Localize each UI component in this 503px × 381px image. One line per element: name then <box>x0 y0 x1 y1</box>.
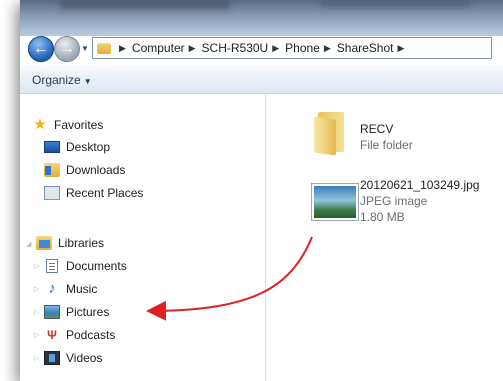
expand-arrow-icon[interactable]: ▷ <box>34 331 39 339</box>
file-name: 20120621_103249.jpg <box>360 178 480 192</box>
breadcrumb-shareshot[interactable]: ShareShot <box>337 41 394 55</box>
nav-desktop-label: Desktop <box>66 140 111 154</box>
podcast-icon: Ψ <box>47 328 57 342</box>
downloads-icon <box>44 163 60 177</box>
star-icon: ★ <box>33 116 47 133</box>
chevron-right-icon[interactable]: ▶ <box>189 43 196 54</box>
back-button[interactable]: ← <box>28 36 54 62</box>
nav-documents[interactable]: Documents <box>44 257 127 275</box>
file-name: RECV <box>360 122 394 136</box>
nav-documents-label: Documents <box>66 259 127 273</box>
organize-button[interactable]: Organize ▼ <box>32 73 92 87</box>
file-list: RECV File folder 20120621_103249.jpg JPE… <box>266 94 503 381</box>
chevron-down-icon: ▼ <box>83 77 92 86</box>
nav-music[interactable]: ♪ Music <box>44 280 97 298</box>
navigation-pane: ★ Favorites Desktop Downloads Recent Pla… <box>20 94 266 381</box>
organize-label: Organize <box>32 73 81 87</box>
nav-videos[interactable]: Videos <box>44 349 102 367</box>
nav-downloads-label: Downloads <box>66 163 126 177</box>
nav-desktop[interactable]: Desktop <box>44 138 110 156</box>
breadcrumb-phone[interactable]: Phone <box>285 41 320 55</box>
image-thumbnail-icon <box>312 184 358 220</box>
nav-recent-places-label: Recent Places <box>66 186 144 200</box>
pictures-icon <box>44 305 60 319</box>
expand-arrow-icon[interactable]: ▷ <box>34 285 39 293</box>
explorer-window: ← → ▼ ▶ Computer ▶ SCH-R530U ▶ Phone ▶ S… <box>20 0 503 381</box>
documents-icon <box>46 259 58 273</box>
title-bar <box>20 0 503 36</box>
chevron-right-icon[interactable]: ▶ <box>119 43 126 54</box>
chevron-right-icon[interactable]: ▶ <box>397 43 404 54</box>
nav-downloads[interactable]: Downloads <box>44 161 125 179</box>
nav-libraries-label: Libraries <box>58 236 105 250</box>
nav-recent-places[interactable]: Recent Places <box>44 184 143 202</box>
music-note-icon: ♪ <box>48 280 56 297</box>
file-type: JPEG image <box>360 194 428 208</box>
nav-podcasts[interactable]: Ψ Podcasts <box>44 326 115 344</box>
nav-pictures[interactable]: Pictures <box>44 303 109 321</box>
film-strip-icon <box>44 351 60 365</box>
nav-libraries[interactable]: Libraries <box>36 234 104 252</box>
collapse-arrow-icon[interactable]: ◢ <box>26 240 31 248</box>
command-bar: Organize ▼ <box>20 66 503 94</box>
folder-icon <box>314 112 348 156</box>
file-size: 1.80 MB <box>360 210 405 224</box>
chevron-right-icon[interactable]: ▶ <box>272 43 279 54</box>
navigation-row: ← → ▼ ▶ Computer ▶ SCH-R530U ▶ Phone ▶ S… <box>20 34 503 62</box>
file-type: File folder <box>360 138 413 152</box>
folder-icon <box>97 42 111 54</box>
expand-arrow-icon[interactable]: ▷ <box>34 308 39 316</box>
address-bar[interactable]: ▶ Computer ▶ SCH-R530U ▶ Phone ▶ ShareSh… <box>92 37 492 59</box>
nav-music-label: Music <box>66 282 98 296</box>
recent-places-icon <box>44 186 60 200</box>
forward-button[interactable]: → <box>54 36 80 62</box>
libraries-icon <box>36 236 52 250</box>
desktop-icon <box>44 141 60 153</box>
expand-arrow-icon[interactable]: ▷ <box>34 262 39 270</box>
chevron-right-icon[interactable]: ▶ <box>324 43 331 54</box>
nav-pictures-label: Pictures <box>66 305 110 319</box>
nav-podcasts-label: Podcasts <box>66 328 116 342</box>
nav-favorites-label: Favorites <box>54 118 104 132</box>
expand-arrow-icon[interactable]: ▷ <box>34 354 39 362</box>
nav-videos-label: Videos <box>66 351 103 365</box>
recent-pages-dropdown[interactable]: ▼ <box>81 44 89 53</box>
breadcrumb-device[interactable]: SCH-R530U <box>202 41 269 55</box>
nav-favorites[interactable]: ★ Favorites <box>32 116 103 134</box>
breadcrumb-computer[interactable]: Computer <box>132 41 185 55</box>
